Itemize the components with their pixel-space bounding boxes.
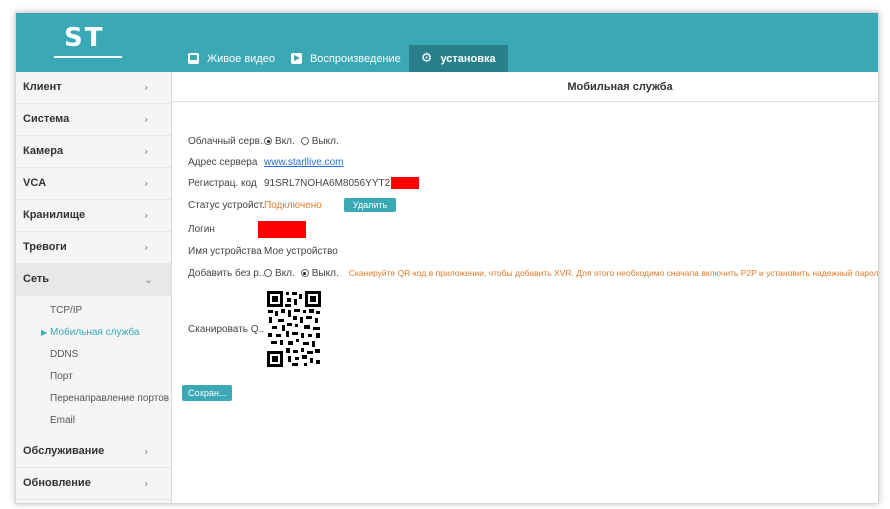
- qr-code: [266, 290, 322, 368]
- sidebar-subitem-email[interactable]: Email: [16, 410, 171, 432]
- delete-button[interactable]: Удалить: [343, 198, 397, 212]
- qr-hint-text: Сканируйте QR-код в приложении, чтобы до…: [348, 268, 879, 278]
- top-nav: Живое видео Воспроизведение ⚙ установка: [180, 45, 508, 72]
- cloud-off-option[interactable]: Выкл.: [300, 135, 339, 147]
- sidebar-item-label: Кранилище: [23, 209, 86, 221]
- app-window: ST Живое видео Воспроизведение ⚙ установ…: [15, 12, 879, 504]
- sidebar-item-camera[interactable]: Камера ›: [16, 136, 171, 168]
- network-submenu: TCP/IP ▶ Мобильная служба DDNS Порт Пере…: [16, 296, 171, 436]
- cloud-on-radio[interactable]: [264, 137, 272, 145]
- tab-playback-label: Воспроизведение: [309, 52, 401, 65]
- redaction-box: [258, 220, 306, 238]
- tab-playback[interactable]: Воспроизведение: [283, 45, 409, 72]
- server-address-link[interactable]: www.starllive.com: [264, 157, 343, 168]
- cloud-on-label: Вкл.: [275, 135, 295, 147]
- add-without-on-option[interactable]: Вкл.: [264, 268, 295, 279]
- scan-qr-row: Сканировать Q...: [188, 320, 264, 338]
- tab-live-video-label: Живое видео: [207, 52, 275, 65]
- add-without-label: Добавить без р...: [188, 267, 264, 279]
- cloud-service-label: Облачный серв...: [188, 135, 264, 147]
- sidebar-subitem-label: Мобильная служба: [50, 327, 140, 338]
- sidebar-subitem-ddns[interactable]: DDNS: [16, 344, 171, 366]
- cloud-on-option[interactable]: Вкл.: [264, 136, 295, 147]
- reg-code-value: 91SRL7NOHA6M8056YYT2: [264, 177, 391, 189]
- sidebar-item-network[interactable]: Сеть ⌄: [16, 264, 171, 296]
- chevron-right-icon: ›: [144, 445, 149, 458]
- play-icon: [290, 53, 302, 64]
- chevron-right-icon: ›: [144, 209, 149, 222]
- login-row: Логин: [188, 220, 306, 238]
- sidebar-subitem-port[interactable]: Порт: [16, 366, 171, 388]
- chevron-right-icon: ›: [144, 177, 149, 190]
- sidebar-item-label: VCA: [23, 177, 47, 189]
- sidebar-item-label: Камера: [23, 145, 64, 157]
- add-without-on-radio[interactable]: [264, 269, 272, 277]
- cloud-service-row: Облачный серв... Вкл. Выкл.: [188, 132, 345, 150]
- sidebar-subitem-port-forwarding[interactable]: Перенаправление портов: [16, 388, 171, 410]
- sidebar-subitem-mobile-service[interactable]: ▶ Мобильная служба: [16, 322, 171, 344]
- login-label: Логин: [188, 223, 215, 235]
- sidebar-item-label: Тревоги: [23, 241, 67, 253]
- cloud-off-radio[interactable]: [300, 137, 309, 145]
- save-button[interactable]: Сохран...: [182, 385, 233, 401]
- chevron-right-icon: ›: [144, 81, 149, 94]
- redaction-box: [391, 177, 420, 189]
- device-status-row: Статус устройст... Подключено Удалить: [188, 196, 397, 214]
- add-without-row: Добавить без р... Вкл. Выкл. Сканируйте …: [188, 264, 879, 282]
- cloud-off-label: Выкл.: [311, 135, 339, 147]
- device-name-value: Мое устройство: [264, 245, 338, 257]
- device-status-value: Подключено: [264, 199, 322, 211]
- main-content: Мобильная служба Облачный серв... Вкл. В…: [172, 72, 878, 503]
- server-address-row: Адрес сервера www.starllive.com: [188, 153, 343, 171]
- monitor-icon: [188, 53, 199, 64]
- sidebar-item-update[interactable]: Обновление ›: [16, 468, 171, 500]
- scan-qr-label: Сканировать Q...: [188, 323, 264, 335]
- tab-settings[interactable]: ⚙ установка: [408, 45, 508, 72]
- sidebar-item-label: Сеть: [23, 273, 50, 285]
- tab-live-video[interactable]: Живое видео: [180, 45, 283, 72]
- add-without-on-label: Вкл.: [275, 267, 295, 279]
- chevron-right-icon: ›: [144, 241, 149, 254]
- sidebar-item-label: Обновление: [23, 477, 91, 489]
- sidebar-item-storage[interactable]: Кранилище ›: [16, 200, 171, 232]
- logo-underline: [54, 56, 122, 58]
- page-title: Мобильная служба: [172, 72, 878, 102]
- chevron-right-icon: ›: [144, 145, 149, 158]
- sidebar-item-label: Клиент: [23, 81, 62, 93]
- chevron-down-icon: ⌄: [144, 273, 154, 286]
- sidebar-item-system[interactable]: Система ›: [16, 104, 171, 136]
- server-address-label: Адрес сервера: [188, 156, 258, 168]
- sidebar: Клиент › Система › Камера › VCA › Кранил…: [16, 72, 172, 503]
- logo: ST: [64, 23, 105, 53]
- sidebar-item-vca[interactable]: VCA ›: [16, 168, 171, 200]
- sidebar-item-label: Система: [23, 113, 70, 125]
- chevron-right-icon: ›: [144, 113, 149, 126]
- gear-icon: ⚙: [420, 51, 433, 66]
- reg-code-row: Регистрац. код 91SRL7NOHA6M8056YYT2: [188, 174, 420, 192]
- device-name-label: Имя устройства: [188, 245, 262, 257]
- device-status-label: Статус устройст...: [188, 199, 264, 211]
- device-name-row: Имя устройства Мое устройство: [188, 242, 338, 260]
- add-without-off-option[interactable]: Выкл.: [300, 267, 339, 279]
- sidebar-item-maintenance[interactable]: Обслуживание ›: [16, 436, 171, 468]
- sidebar-subitem-tcpip[interactable]: TCP/IP: [16, 300, 171, 322]
- sidebar-item-client[interactable]: Клиент ›: [16, 72, 171, 104]
- reg-code-label: Регистрац. код: [188, 177, 257, 189]
- sidebar-item-label: Обслуживание: [23, 445, 105, 457]
- active-bullet-icon: ▶: [41, 328, 48, 337]
- chevron-right-icon: ›: [144, 477, 149, 490]
- add-without-off-radio[interactable]: [300, 269, 309, 277]
- tab-settings-label: установка: [440, 52, 496, 65]
- add-without-off-label: Выкл.: [311, 267, 339, 279]
- sidebar-item-alarms[interactable]: Тревоги ›: [16, 232, 171, 264]
- top-bar: ST Живое видео Воспроизведение ⚙ установ…: [16, 13, 878, 72]
